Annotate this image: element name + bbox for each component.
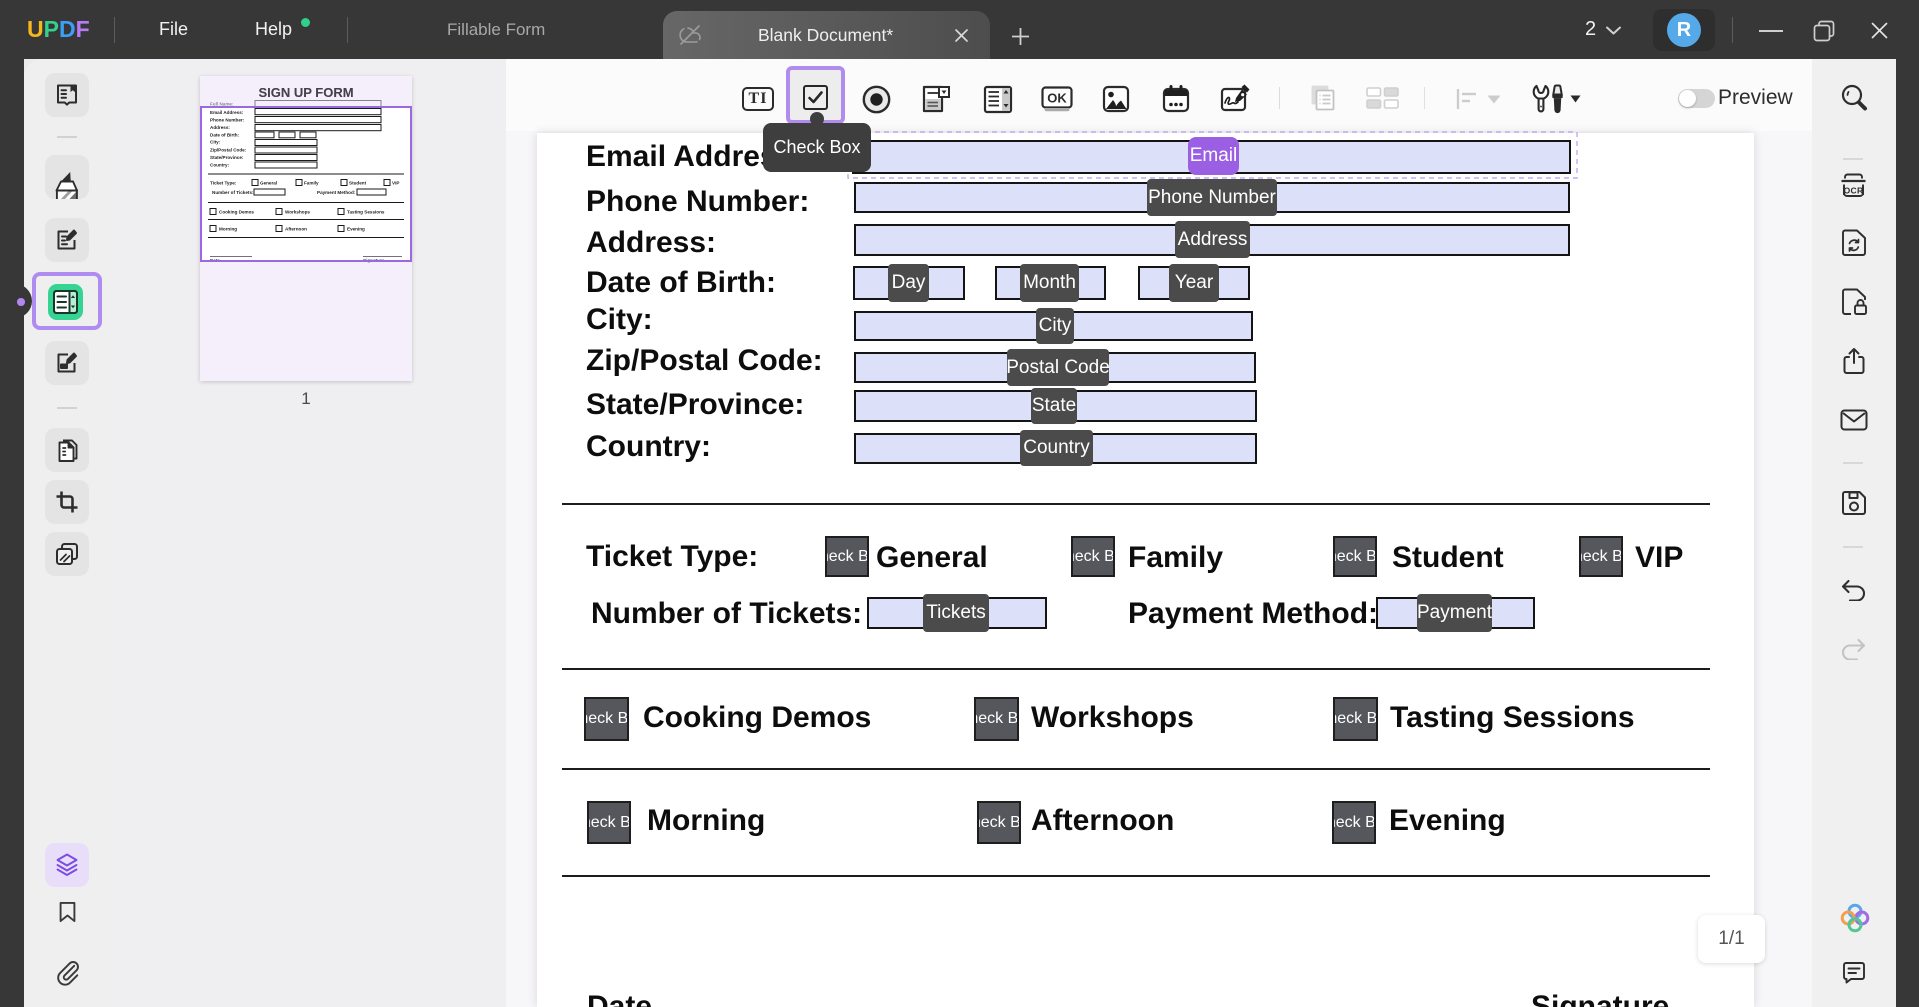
- svg-text:Number of Tickets:: Number of Tickets:: [212, 190, 254, 195]
- svg-text:Tasting Sessions: Tasting Sessions: [347, 210, 385, 215]
- svg-text:City:: City:: [210, 140, 221, 145]
- svg-text:Email Address:: Email Address:: [210, 110, 244, 115]
- svg-text:Student: Student: [349, 181, 367, 186]
- svg-text:Phone Number:: Phone Number:: [210, 118, 245, 123]
- svg-text:General: General: [260, 181, 277, 186]
- svg-text:Afternoon: Afternoon: [285, 227, 307, 232]
- svg-text:OCR: OCR: [1844, 186, 1864, 196]
- svg-text:VIP: VIP: [392, 181, 399, 186]
- svg-text:Date of Birth:: Date of Birth:: [210, 133, 240, 138]
- svg-text:Cooking Demos: Cooking Demos: [219, 210, 254, 215]
- svg-text:Country:: Country:: [210, 163, 230, 168]
- svg-text:Morning: Morning: [219, 227, 237, 232]
- svg-text:State/Province:: State/Province:: [210, 155, 244, 160]
- svg-text:Family: Family: [304, 181, 319, 186]
- svg-text:SIGN UP FORM: SIGN UP FORM: [258, 85, 353, 100]
- svg-text:Zip/Postal Code:: Zip/Postal Code:: [210, 148, 247, 153]
- svg-text:Evening: Evening: [347, 227, 365, 232]
- svg-text:Payment Method:: Payment Method:: [317, 190, 356, 195]
- svg-text:Address:: Address:: [210, 125, 230, 130]
- svg-text:Workshops: Workshops: [285, 210, 310, 215]
- svg-text:Ticket Type:: Ticket Type:: [210, 181, 237, 186]
- svg-text:OK: OK: [1047, 91, 1067, 106]
